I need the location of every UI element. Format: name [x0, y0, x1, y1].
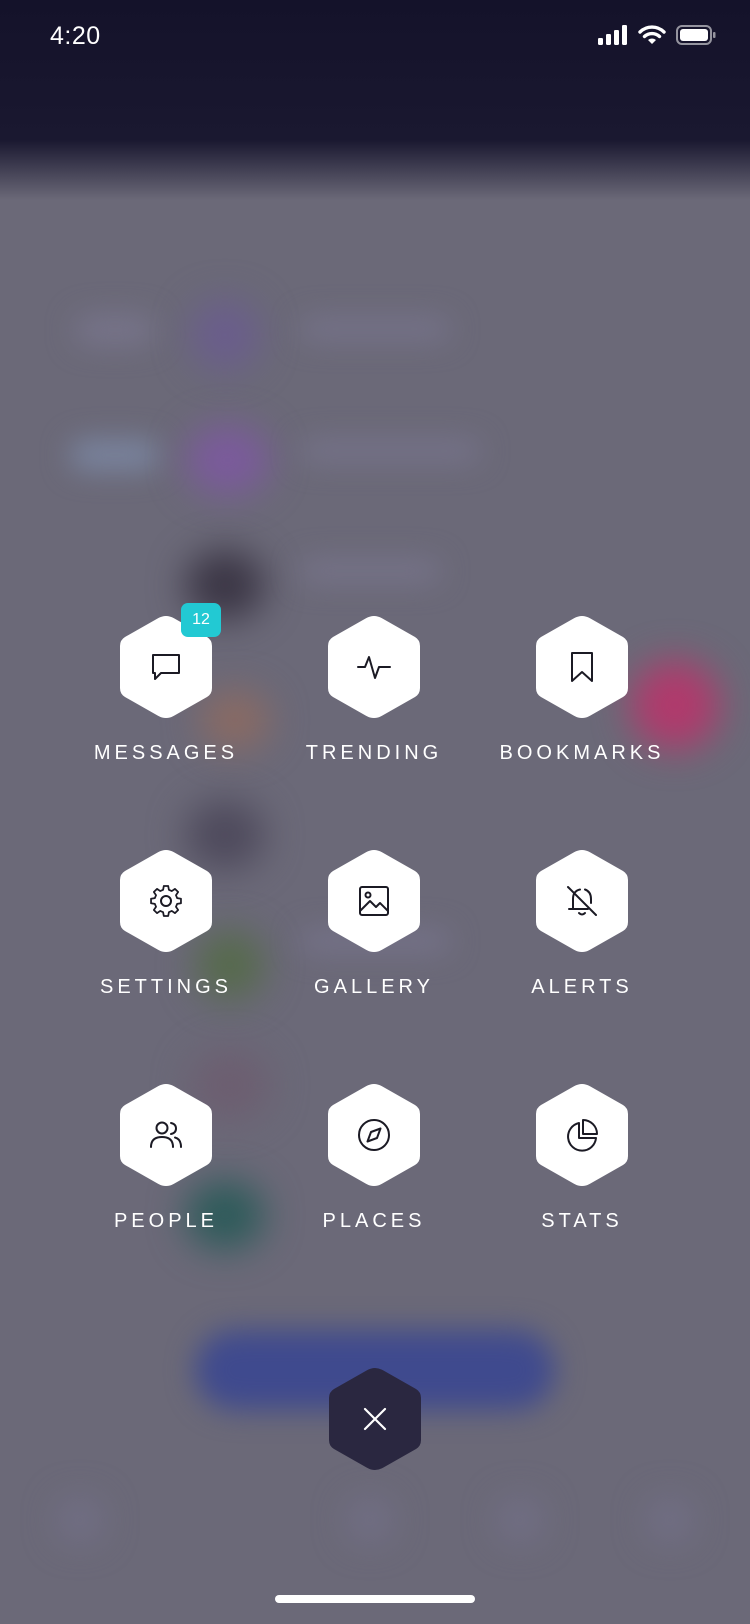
pie-chart-icon [567, 1119, 598, 1152]
settings-label: SETTINGS [99, 976, 232, 998]
gallery-label: GALLERY [314, 976, 434, 998]
places-button[interactable] [324, 1080, 424, 1190]
chat-bubble-icon [152, 654, 180, 680]
gear-icon [150, 885, 182, 917]
trending-button[interactable] [324, 612, 424, 722]
people-button[interactable] [116, 1080, 216, 1190]
compass-icon [358, 1119, 390, 1151]
users-icon [150, 1121, 182, 1148]
places-label: PLACES [322, 1210, 426, 1232]
alerts-label: ALERTS [531, 976, 633, 998]
alerts-button[interactable] [532, 846, 632, 956]
stats-button[interactable] [532, 1080, 632, 1190]
bell-off-icon [567, 886, 597, 916]
close-button[interactable] [325, 1364, 425, 1474]
bookmarks-button[interactable] [532, 612, 632, 722]
wifi-icon [638, 24, 666, 51]
messages-label: MESSAGES [93, 742, 239, 764]
messages-badge: 12 [181, 603, 221, 637]
status-time: 4:20 [50, 22, 101, 50]
home-indicator[interactable] [275, 1595, 475, 1603]
battery-icon [676, 25, 716, 50]
trending-label: TRENDING [305, 742, 443, 764]
gallery-button[interactable] [324, 846, 424, 956]
bookmark-icon [571, 652, 593, 682]
people-label: PEOPLE [113, 1210, 219, 1232]
signal-icon [598, 25, 628, 50]
image-icon [359, 886, 389, 916]
activity-icon [357, 656, 391, 679]
close-icon [363, 1407, 387, 1431]
stats-label: STATS [541, 1210, 623, 1232]
settings-button[interactable] [116, 846, 216, 956]
bookmarks-label: BOOKMARKS [499, 742, 665, 764]
status-icons [598, 24, 716, 51]
